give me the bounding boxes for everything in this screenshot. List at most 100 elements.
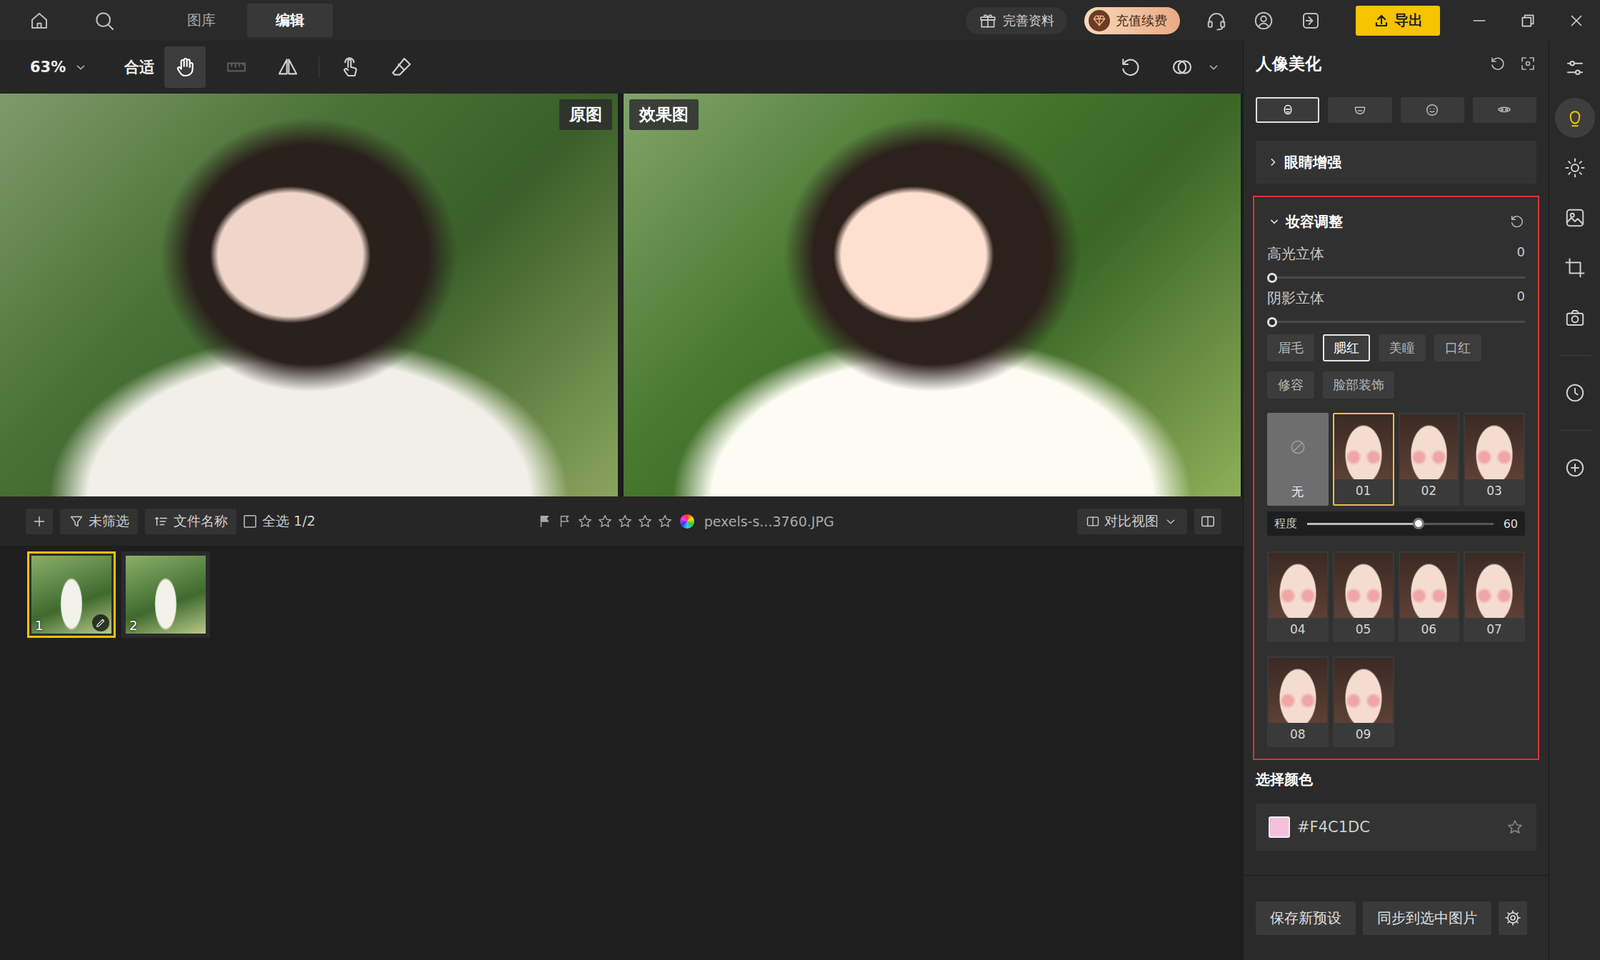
makeup-header[interactable]: 妆容调整 bbox=[1267, 204, 1525, 239]
star[interactable] bbox=[617, 513, 633, 530]
category-chip[interactable]: 口红 bbox=[1434, 334, 1482, 362]
panel-tab[interactable] bbox=[1472, 97, 1537, 123]
category-chip[interactable]: 修容 bbox=[1267, 371, 1315, 399]
reject-flag-button[interactable] bbox=[557, 513, 573, 530]
support-button[interactable] bbox=[1205, 10, 1228, 32]
search-button[interactable] bbox=[92, 9, 116, 33]
category-chip[interactable]: 美瞳 bbox=[1378, 334, 1426, 362]
star-icon[interactable] bbox=[657, 513, 673, 530]
reset-button[interactable] bbox=[1489, 55, 1507, 73]
view-mode-select[interactable]: 对比视图 bbox=[1077, 508, 1188, 535]
preset-tile[interactable]: 03 bbox=[1463, 412, 1525, 506]
flag-button[interactable] bbox=[537, 513, 553, 530]
split-view-button[interactable] bbox=[1194, 508, 1222, 535]
add-button[interactable] bbox=[25, 508, 53, 535]
star-icon[interactable] bbox=[577, 513, 593, 530]
compare-button[interactable] bbox=[1161, 46, 1203, 88]
save-preset-button[interactable]: 保存新预设 bbox=[1255, 901, 1356, 935]
preset-tile[interactable]: 06 bbox=[1398, 551, 1460, 643]
preset-tile[interactable]: 无 bbox=[1267, 412, 1329, 506]
star-icon[interactable] bbox=[1506, 818, 1524, 836]
panel-tab[interactable] bbox=[1327, 97, 1392, 123]
tool-button[interactable] bbox=[267, 46, 309, 88]
profile-button[interactable]: 完善资料 bbox=[965, 7, 1068, 35]
sliders-icon[interactable] bbox=[1564, 57, 1586, 79]
crop-icon[interactable] bbox=[1564, 257, 1586, 279]
preset-tile[interactable]: 09 bbox=[1332, 656, 1395, 748]
plus-circle-icon[interactable] bbox=[1564, 457, 1586, 479]
undo-button[interactable] bbox=[1110, 46, 1152, 88]
slider-handle[interactable] bbox=[1412, 517, 1425, 530]
tool-button[interactable] bbox=[164, 46, 206, 88]
star-icon[interactable] bbox=[597, 513, 613, 530]
fit-button[interactable]: 合适 bbox=[124, 57, 155, 78]
star[interactable] bbox=[597, 513, 613, 530]
sun-icon[interactable] bbox=[1564, 157, 1586, 179]
preset-tile[interactable]: 05 bbox=[1332, 551, 1395, 643]
top-tab[interactable]: 图库 bbox=[158, 3, 245, 38]
flag-filled-icon[interactable] bbox=[537, 513, 553, 530]
tool-button[interactable] bbox=[380, 46, 423, 88]
slider-handle[interactable] bbox=[1267, 317, 1278, 328]
tool-button[interactable] bbox=[329, 46, 371, 88]
star[interactable] bbox=[577, 513, 593, 530]
category-chip[interactable]: 脸部装饰 bbox=[1322, 371, 1395, 399]
preset-tile[interactable]: 02 bbox=[1398, 412, 1460, 506]
tool-button[interactable] bbox=[215, 46, 258, 88]
reset-icon[interactable] bbox=[1509, 213, 1525, 230]
thumbnail[interactable]: 1 bbox=[27, 551, 116, 638]
preset-tile[interactable]: 04 bbox=[1267, 551, 1329, 643]
result-photo[interactable]: 效果图 bbox=[623, 93, 1242, 497]
zoom-select[interactable]: 63% bbox=[30, 58, 89, 76]
rail-item[interactable] bbox=[1555, 447, 1595, 488]
reset-icon[interactable] bbox=[1489, 55, 1507, 73]
compare-icon[interactable] bbox=[1170, 55, 1194, 79]
rail-item[interactable] bbox=[1555, 297, 1595, 338]
minimize-icon[interactable] bbox=[1470, 11, 1489, 30]
flip-icon[interactable] bbox=[276, 55, 300, 79]
compare-dropdown[interactable] bbox=[1205, 59, 1222, 75]
clock-icon[interactable] bbox=[1564, 382, 1586, 404]
close-button[interactable] bbox=[1567, 11, 1586, 30]
sort-button[interactable]: 文件名称 bbox=[145, 508, 237, 535]
checkbox[interactable] bbox=[243, 515, 257, 528]
color-field[interactable]: #F4C1DC bbox=[1255, 803, 1537, 851]
export-button[interactable]: 导出 bbox=[1355, 5, 1440, 36]
minimize-button[interactable] bbox=[1470, 11, 1489, 30]
top-tab[interactable]: 编辑 bbox=[247, 3, 333, 38]
panel-tab[interactable] bbox=[1400, 97, 1465, 123]
category-chip[interactable]: 腮红 bbox=[1322, 334, 1370, 362]
undo-icon[interactable] bbox=[1119, 55, 1143, 79]
account-button[interactable] bbox=[1252, 10, 1275, 32]
restore-icon[interactable] bbox=[1518, 11, 1538, 30]
headset-icon[interactable] bbox=[1205, 10, 1228, 32]
home-button[interactable] bbox=[28, 10, 50, 32]
preset-tile[interactable]: 08 bbox=[1267, 656, 1329, 748]
search-icon[interactable] bbox=[92, 9, 116, 33]
star[interactable] bbox=[657, 513, 673, 530]
home-icon[interactable] bbox=[28, 10, 50, 32]
settings-button[interactable] bbox=[1498, 901, 1528, 935]
preset-tile[interactable]: 01 bbox=[1332, 412, 1395, 506]
user-icon[interactable] bbox=[1252, 10, 1275, 32]
eraser-icon[interactable] bbox=[390, 55, 413, 79]
color-label-icon[interactable] bbox=[680, 514, 695, 529]
flag-icon[interactable] bbox=[557, 513, 573, 530]
gear-icon[interactable] bbox=[1504, 909, 1522, 927]
category-chip[interactable]: 眉毛 bbox=[1267, 334, 1315, 362]
fullscreen-button[interactable] bbox=[1519, 55, 1537, 73]
original-photo[interactable]: 原图 bbox=[0, 93, 618, 497]
ruler-icon[interactable] bbox=[225, 55, 248, 79]
slider-track[interactable] bbox=[1267, 276, 1525, 279]
sync-button[interactable]: 同步到选中图片 bbox=[1362, 901, 1492, 935]
filter-button[interactable]: 未筛选 bbox=[60, 508, 138, 535]
preset-tile[interactable]: 07 bbox=[1463, 551, 1525, 643]
slider-track[interactable] bbox=[1267, 320, 1525, 323]
rail-item[interactable] bbox=[1555, 147, 1595, 188]
eye-section[interactable]: 眼睛增强 bbox=[1255, 140, 1537, 184]
rail-item[interactable] bbox=[1555, 47, 1595, 88]
rail-item[interactable] bbox=[1555, 372, 1595, 413]
rail-item[interactable] bbox=[1555, 197, 1595, 238]
logout-icon[interactable] bbox=[1300, 10, 1322, 32]
slider-handle[interactable] bbox=[1267, 272, 1278, 283]
